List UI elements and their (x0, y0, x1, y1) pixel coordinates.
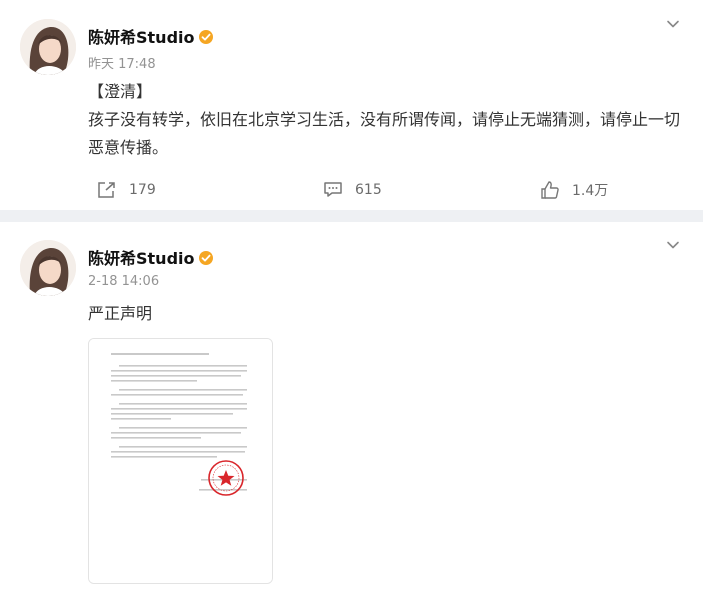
post-card-2: 陈妍希Studio 2-18 14:06 严正声明 (0, 222, 703, 594)
statement-document-image[interactable] (88, 338, 273, 584)
username[interactable]: 陈妍希Studio (88, 24, 214, 48)
like-count: 1.4万 (572, 183, 609, 199)
username-text[interactable]: 陈妍希Studio (88, 28, 195, 47)
chevron-down-icon[interactable] (665, 237, 681, 253)
avatar[interactable] (20, 19, 76, 75)
statement-document-graphic (89, 339, 272, 583)
repost-button[interactable]: 179 (97, 176, 156, 204)
username-text[interactable]: 陈妍希Studio (88, 249, 195, 268)
post-text: 孩子没有转学，依旧在北京学习生活，没有所谓传闻，请停止无端猜测，请停止一切恶意传… (88, 110, 681, 157)
comment-button[interactable]: 615 (323, 176, 382, 204)
comment-count: 615 (355, 182, 382, 198)
username[interactable]: 陈妍希Studio (88, 245, 214, 269)
repost-icon (98, 182, 115, 198)
chevron-down-icon[interactable] (665, 16, 681, 32)
repost-count: 179 (129, 182, 156, 198)
like-button[interactable]: 1.4万 (540, 176, 608, 204)
action-bar: 179 615 1.4万 (0, 176, 703, 204)
verified-badge-icon (198, 251, 213, 265)
post-card-1: 陈妍希Studio 昨天 17:48 【澄清】 孩子没有转学，依旧在北京学习生活… (0, 0, 703, 210)
comment-icon (324, 182, 342, 197)
post-tag: 【澄清】 (88, 82, 153, 101)
post-body: 【澄清】 孩子没有转学，依旧在北京学习生活，没有所谓传闻，请停止无端猜测，请停止… (88, 78, 688, 162)
post-timestamp[interactable]: 2-18 14:06 (88, 274, 159, 289)
verified-badge-icon (198, 30, 213, 44)
post-timestamp[interactable]: 昨天 17:48 (88, 53, 156, 72)
post-text: 严正声明 (88, 304, 153, 323)
like-icon (541, 181, 559, 199)
avatar[interactable] (20, 240, 76, 296)
